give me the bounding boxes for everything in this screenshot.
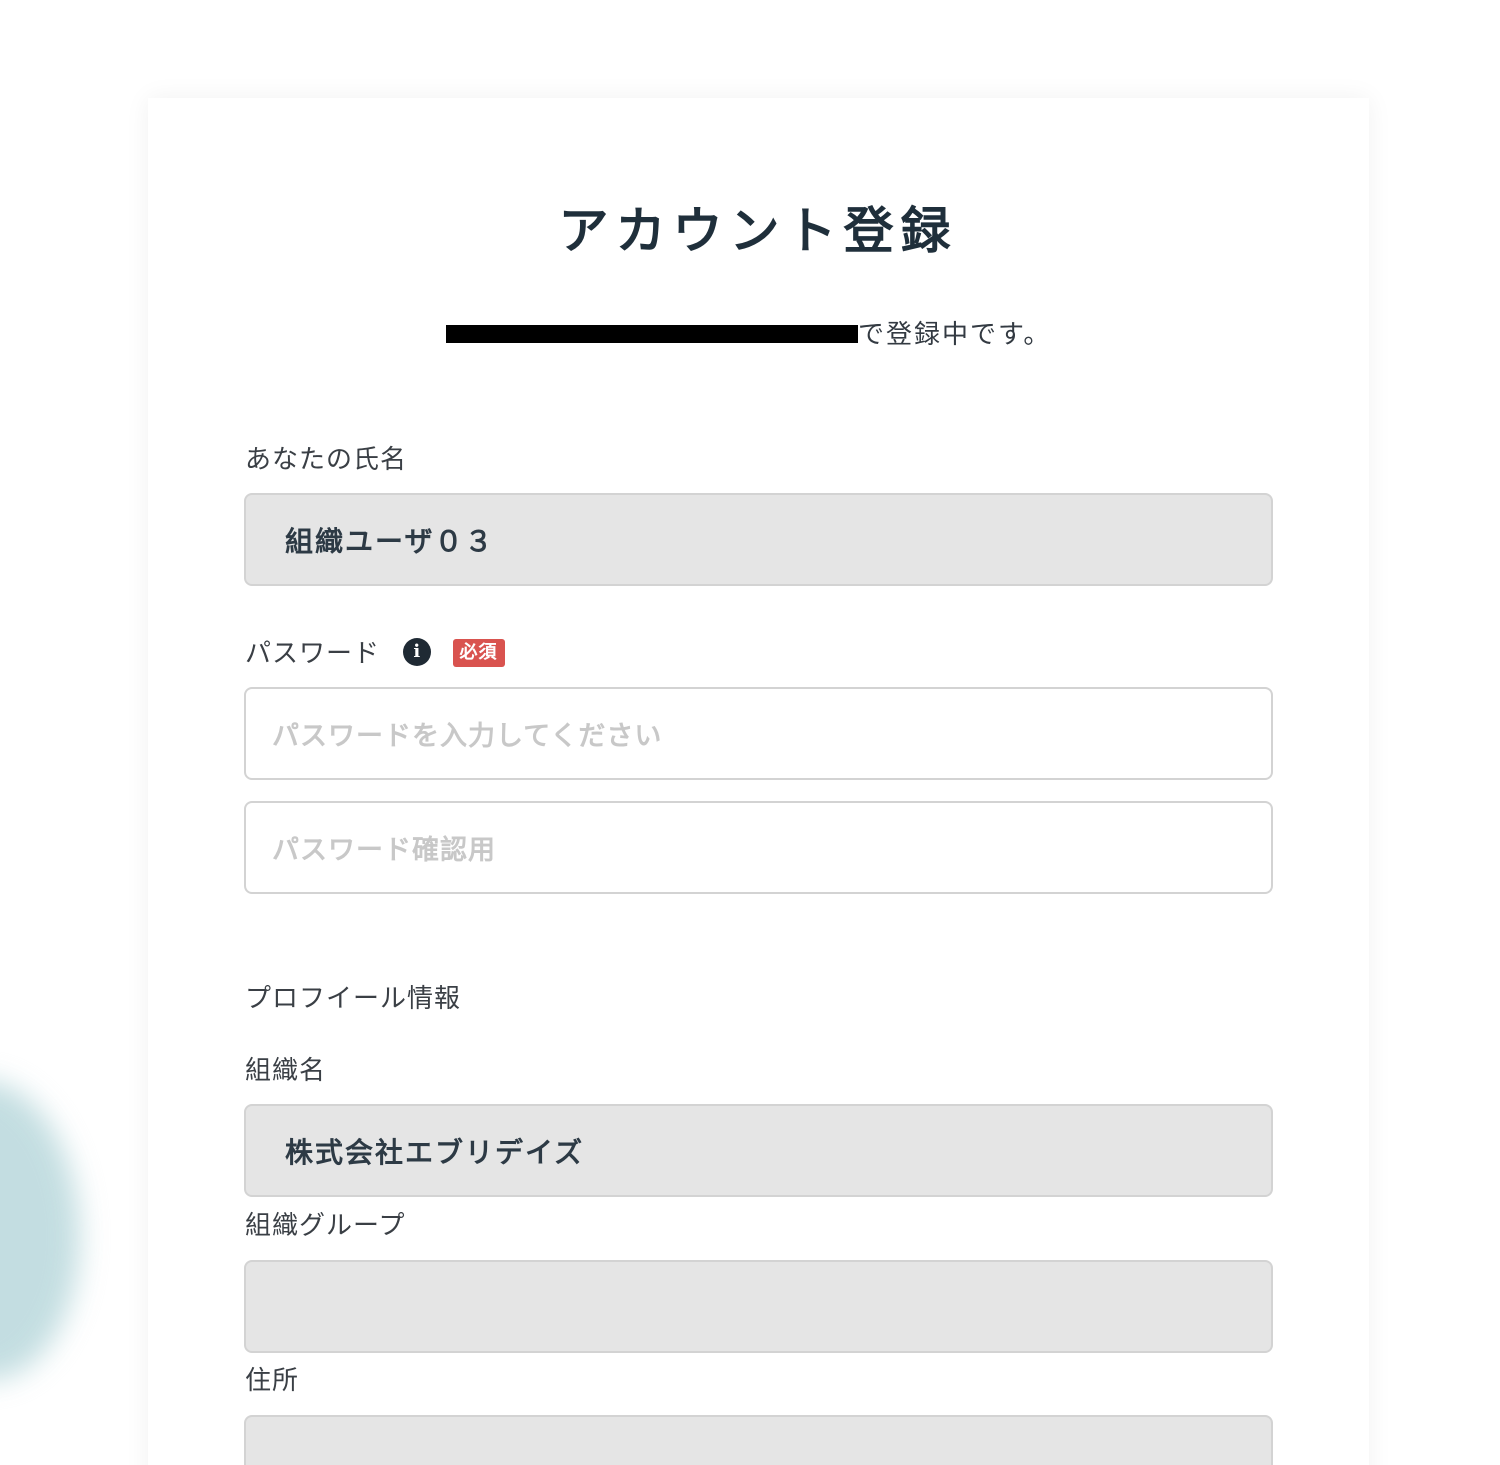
registering-suffix: で登録中です。 xyxy=(858,319,1052,350)
profile-section-title: プロフイール情報 xyxy=(245,984,462,1014)
info-icon[interactable]: i xyxy=(403,637,432,666)
organization-group-label: 組織グループ xyxy=(245,1211,406,1241)
address-label: 住所 xyxy=(245,1366,300,1396)
page-title: アカウント登録 xyxy=(558,202,958,260)
background-decoration xyxy=(0,1080,80,1380)
name-field[interactable]: 組織ユーザ０３ xyxy=(244,493,1273,586)
password-label: パスワード xyxy=(245,639,381,669)
organization-group-field[interactable] xyxy=(244,1260,1273,1353)
organization-value: 株式会社エブリデイズ xyxy=(285,1135,585,1169)
redacted-email xyxy=(446,325,858,343)
password-confirm-input[interactable]: パスワード確認用 xyxy=(244,801,1273,894)
required-badge: 必須 xyxy=(452,638,505,667)
password-label-row: パスワード i 必須 xyxy=(245,636,505,672)
organization-label: 組織名 xyxy=(245,1056,327,1086)
organization-field[interactable]: 株式会社エブリデイズ xyxy=(244,1104,1273,1197)
password-placeholder: パスワードを入力してください xyxy=(272,721,663,752)
password-input[interactable]: パスワードを入力してください xyxy=(244,687,1273,780)
name-value: 組織ユーザ０３ xyxy=(285,524,495,558)
address-field[interactable] xyxy=(244,1415,1273,1465)
registering-email-line: で登録中です。 xyxy=(446,312,1051,352)
name-label: あなたの氏名 xyxy=(245,445,408,475)
password-confirm-placeholder: パスワード確認用 xyxy=(272,835,496,866)
page: アカウント登録 で登録中です。 あなたの氏名 組織ユーザ０３ パスワード i 必… xyxy=(0,0,1500,1465)
